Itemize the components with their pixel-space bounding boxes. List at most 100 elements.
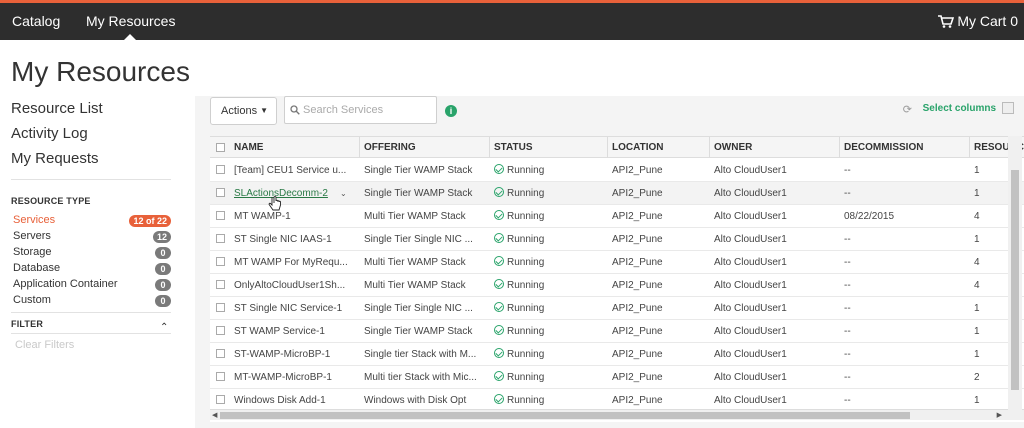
resource-type-label: Services xyxy=(13,214,56,226)
row-checkbox[interactable] xyxy=(216,395,225,404)
count-badge: 0 xyxy=(155,279,171,291)
decommission-text: 08/22/2015 xyxy=(844,211,895,222)
owner-text: Alto CloudUser1 xyxy=(714,349,787,360)
resource-type-application-container[interactable]: Application Container 0 xyxy=(13,277,171,293)
col-header-location[interactable]: LOCATION xyxy=(608,137,710,158)
search-box[interactable] xyxy=(284,96,437,124)
cell-offering: Single tier Stack with M... xyxy=(360,343,490,366)
resources-text: 2 xyxy=(974,372,980,383)
owner-text: Alto CloudUser1 xyxy=(714,188,787,199)
resources-text: 1 xyxy=(974,188,980,199)
cell-decommission: -- xyxy=(840,366,970,389)
row-checkbox[interactable] xyxy=(216,372,225,381)
horizontal-scrollbar[interactable]: ◀ ▶ xyxy=(210,409,1024,420)
resources-text: 1 xyxy=(974,349,980,360)
cell-name: ST Single NIC IAAS-1 xyxy=(230,228,360,251)
table-row[interactable]: ST-WAMP-MicroBP-1 Single tier Stack with … xyxy=(210,343,1024,366)
offering-text: Single Tier WAMP Stack xyxy=(364,326,473,337)
scrollbar-thumb[interactable] xyxy=(1011,170,1019,390)
cell-owner: Alto CloudUser1 xyxy=(710,205,840,228)
scroll-right-icon[interactable]: ▶ xyxy=(997,410,1002,421)
search-input[interactable] xyxy=(303,101,433,119)
resources-text: 1 xyxy=(974,395,980,406)
col-header-name[interactable]: NAME xyxy=(230,137,360,158)
table-row[interactable]: ST Single NIC IAAS-1 Single Tier Single N… xyxy=(210,228,1024,251)
name-text: Windows Disk Add-1 xyxy=(234,395,326,406)
status-text: Running xyxy=(507,280,545,291)
col-header-owner[interactable]: OWNER xyxy=(710,137,840,158)
resources-table: NAME OFFERING STATUS LOCATION OWNER DECO… xyxy=(210,136,1024,422)
scroll-left-icon[interactable]: ◀ xyxy=(212,410,217,421)
check-circle-icon xyxy=(494,325,504,335)
select-columns-link[interactable]: Select columns xyxy=(923,103,996,114)
location-text: API2_Pune xyxy=(612,257,663,268)
row-checkbox[interactable] xyxy=(216,257,225,266)
actions-dropdown[interactable]: Actions ▼ xyxy=(210,97,277,125)
resource-type-database[interactable]: Database 0 xyxy=(13,261,171,277)
info-icon[interactable]: i xyxy=(445,105,457,117)
scrollbar-thumb[interactable] xyxy=(220,412,910,419)
row-checkbox[interactable] xyxy=(216,303,225,312)
resource-type-custom[interactable]: Custom 0 xyxy=(13,293,171,309)
vertical-scrollbar[interactable] xyxy=(1008,136,1022,414)
cart-button[interactable]: My Cart 0 xyxy=(938,3,1018,40)
cell-decommission: -- xyxy=(840,228,970,251)
cell-offering: Multi tier Stack with Mic... xyxy=(360,366,490,389)
cell-status: Running xyxy=(490,159,608,182)
row-checkbox[interactable] xyxy=(216,188,225,197)
resource-type-storage[interactable]: Storage 0 xyxy=(13,245,171,261)
table-row[interactable]: ST Single NIC Service-1 Single Tier Singl… xyxy=(210,297,1024,320)
sidebar-link-resource-list[interactable]: Resource List xyxy=(11,100,103,117)
status-text: Running xyxy=(507,234,545,245)
offering-text: Windows with Disk Opt xyxy=(364,395,467,406)
cell-owner: Alto CloudUser1 xyxy=(710,182,840,205)
col-header-decommission[interactable]: DECOMMISSION xyxy=(840,137,970,158)
cell-decommission: -- xyxy=(840,274,970,297)
resource-type-services[interactable]: Services 12 of 22 xyxy=(13,213,171,229)
offering-text: Single tier Stack with M... xyxy=(364,349,477,360)
cell-name: ST WAMP Service-1 xyxy=(230,320,360,343)
row-checkbox[interactable] xyxy=(216,326,225,335)
nav-catalog[interactable]: Catalog xyxy=(12,3,60,40)
col-header-status[interactable]: STATUS xyxy=(490,137,608,158)
check-circle-icon xyxy=(494,256,504,266)
table-row[interactable]: ST WAMP Service-1 Single Tier WAMP Stack R… xyxy=(210,320,1024,343)
page-title: My Resources xyxy=(11,56,190,87)
count-badge: 0 xyxy=(155,263,171,275)
clear-filters-link[interactable]: Clear Filters xyxy=(15,339,74,351)
table-row[interactable]: MT-WAMP-MicroBP-1 Multi tier Stack with M… xyxy=(210,366,1024,389)
decommission-text: -- xyxy=(844,280,851,291)
row-checkbox[interactable] xyxy=(216,280,225,289)
status-text: Running xyxy=(507,395,545,406)
chevron-up-icon[interactable]: ⌃ xyxy=(160,322,168,333)
table-row[interactable]: MT WAMP For MyRequ... Multi Tier WAMP Sta… xyxy=(210,251,1024,274)
check-circle-icon xyxy=(494,233,504,243)
row-checkbox[interactable] xyxy=(216,165,225,174)
row-checkbox[interactable] xyxy=(216,349,225,358)
select-all-checkbox[interactable] xyxy=(216,143,225,152)
count-badge: 0 xyxy=(155,295,171,307)
filter-header[interactable]: FILTER xyxy=(11,319,43,329)
sidebar-link-activity-log[interactable]: Activity Log xyxy=(11,125,88,142)
cell-owner: Alto CloudUser1 xyxy=(710,366,840,389)
table-row[interactable]: [Team] CEU1 Service u... Single Tier WAMP… xyxy=(210,159,1024,182)
table-row[interactable]: MT WAMP-1 Multi Tier WAMP Stack Running API… xyxy=(210,205,1024,228)
row-checkbox[interactable] xyxy=(216,234,225,243)
sidebar-link-my-requests[interactable]: My Requests xyxy=(11,150,99,167)
check-circle-icon xyxy=(494,187,504,197)
row-menu-chevron-icon[interactable]: ⌄ xyxy=(340,182,347,205)
table-row[interactable]: SLActionsDecomm-2 Single Tier WAMP Stack R… xyxy=(210,182,1024,205)
decommission-text: -- xyxy=(844,188,851,199)
columns-icon[interactable] xyxy=(1002,102,1014,114)
col-header-offering[interactable]: OFFERING xyxy=(360,137,490,158)
row-checkbox[interactable] xyxy=(216,211,225,220)
resources-text: 1 xyxy=(974,326,980,337)
offering-text: Single Tier WAMP Stack xyxy=(364,188,473,199)
refresh-icon[interactable]: ⟳ xyxy=(903,103,912,116)
resource-type-label: Servers xyxy=(13,230,51,242)
decommission-text: -- xyxy=(844,326,851,337)
table-row[interactable]: OnlyAltoCloudUser1Sh... Multi Tier WAMP S… xyxy=(210,274,1024,297)
resource-type-servers[interactable]: Servers 12 xyxy=(13,229,171,245)
cell-name: ST-WAMP-MicroBP-1 xyxy=(230,343,360,366)
name-text: [Team] CEU1 Service u... xyxy=(234,165,347,176)
